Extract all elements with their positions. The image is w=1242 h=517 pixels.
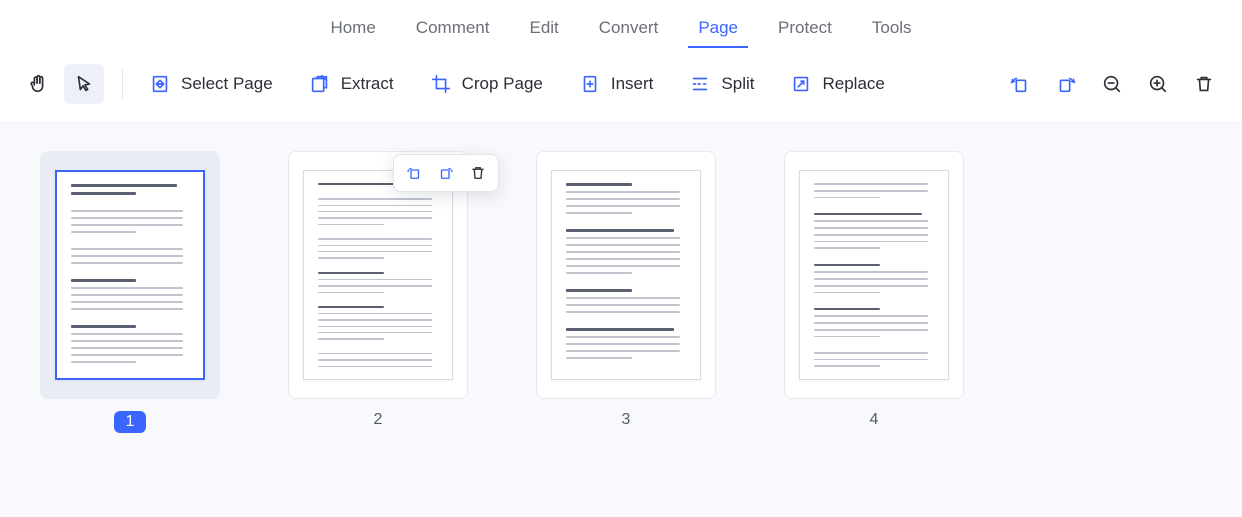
page-hover-toolbar xyxy=(393,154,499,192)
zoom-in-button[interactable] xyxy=(1138,64,1178,104)
tab-tools[interactable]: Tools xyxy=(870,12,914,48)
select-tool-button[interactable] xyxy=(64,64,104,104)
tab-home[interactable]: Home xyxy=(328,12,377,48)
page-preview xyxy=(303,170,453,380)
replace-label: Replace xyxy=(822,74,884,94)
page-thumb-card[interactable] xyxy=(784,151,964,399)
page-number: 1 xyxy=(114,411,147,433)
zoom-in-icon xyxy=(1147,73,1169,95)
page-number: 4 xyxy=(870,411,879,429)
page-thumb-4[interactable]: 4 xyxy=(784,151,964,429)
trash-icon xyxy=(469,164,487,182)
trash-icon xyxy=(1193,73,1215,95)
insert-icon xyxy=(579,73,601,95)
page-number: 2 xyxy=(374,411,383,429)
cursor-icon xyxy=(73,73,95,95)
separator xyxy=(122,69,123,99)
rotate-left-icon xyxy=(405,164,423,182)
page-toolbar: Select Page Extract Crop Page Insert Spl… xyxy=(0,54,1242,123)
crop-icon xyxy=(430,73,452,95)
select-page-icon xyxy=(149,73,171,95)
page-thumb-card[interactable] xyxy=(536,151,716,399)
page-thumb-3[interactable]: 3 xyxy=(536,151,716,429)
tab-convert[interactable]: Convert xyxy=(597,12,661,48)
extract-button[interactable]: Extract xyxy=(301,67,402,101)
hand-icon xyxy=(27,73,49,95)
tab-comment[interactable]: Comment xyxy=(414,12,492,48)
delete-button[interactable] xyxy=(1184,64,1224,104)
page-thumb-card[interactable] xyxy=(288,151,468,399)
main-menu: Home Comment Edit Convert Page Protect T… xyxy=(0,0,1242,54)
zoom-out-button[interactable] xyxy=(1092,64,1132,104)
page-thumb-card[interactable] xyxy=(40,151,220,399)
tab-protect[interactable]: Protect xyxy=(776,12,834,48)
rotate-right-button[interactable] xyxy=(1046,64,1086,104)
hover-rotate-left-button[interactable] xyxy=(400,159,428,187)
rotate-left-button[interactable] xyxy=(1000,64,1040,104)
replace-icon xyxy=(790,73,812,95)
page-thumb-1[interactable]: 1 xyxy=(40,151,220,433)
rotate-right-icon xyxy=(437,164,455,182)
rotate-right-icon xyxy=(1055,73,1077,95)
insert-label: Insert xyxy=(611,74,654,94)
rotate-left-icon xyxy=(1009,73,1031,95)
tab-edit[interactable]: Edit xyxy=(527,12,560,48)
hover-rotate-right-button[interactable] xyxy=(432,159,460,187)
tab-page[interactable]: Page xyxy=(696,12,740,48)
page-thumbnail-panel: 1 xyxy=(0,123,1242,517)
zoom-out-icon xyxy=(1101,73,1123,95)
page-thumb-2[interactable]: 2 xyxy=(288,151,468,429)
split-icon xyxy=(689,73,711,95)
select-page-label: Select Page xyxy=(181,74,273,94)
extract-label: Extract xyxy=(341,74,394,94)
page-preview xyxy=(55,170,205,380)
crop-page-button[interactable]: Crop Page xyxy=(422,67,551,101)
crop-page-label: Crop Page xyxy=(462,74,543,94)
replace-button[interactable]: Replace xyxy=(782,67,892,101)
page-number: 3 xyxy=(622,411,631,429)
page-preview xyxy=(799,170,949,380)
hand-tool-button[interactable] xyxy=(18,64,58,104)
page-preview xyxy=(551,170,701,380)
split-label: Split xyxy=(721,74,754,94)
split-button[interactable]: Split xyxy=(681,67,762,101)
hover-delete-button[interactable] xyxy=(464,159,492,187)
select-page-button[interactable]: Select Page xyxy=(141,67,281,101)
extract-icon xyxy=(309,73,331,95)
insert-button[interactable]: Insert xyxy=(571,67,662,101)
